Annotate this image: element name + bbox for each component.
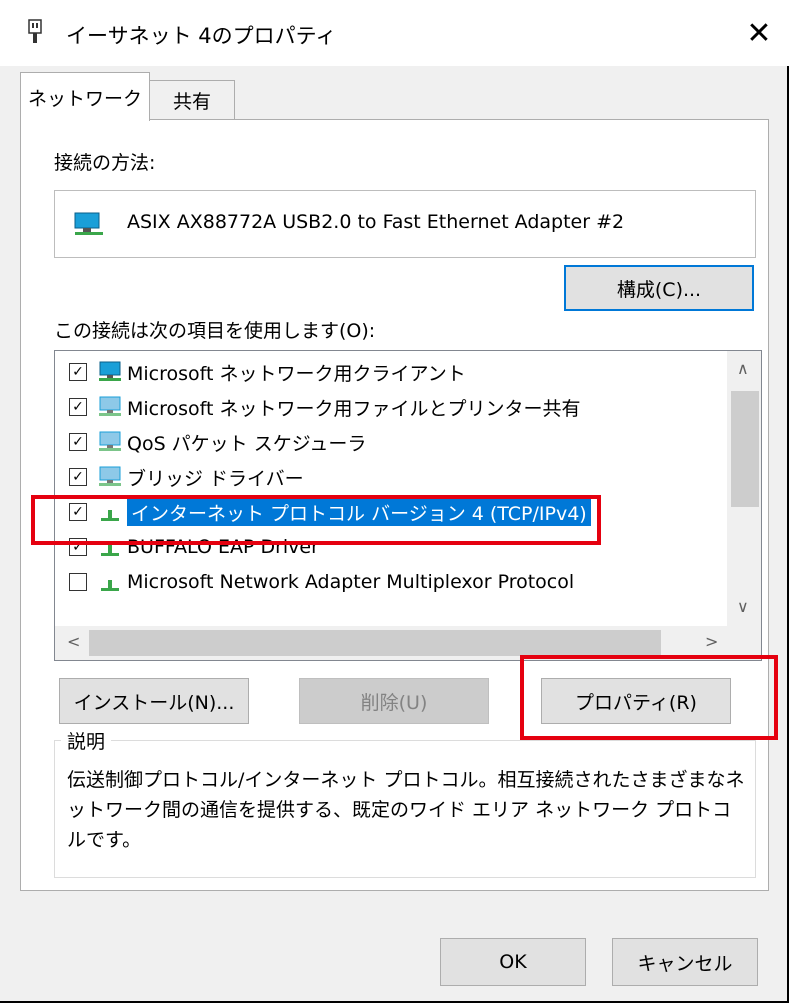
list-item[interactable]: Microsoft Network Adapter Multiplexor Pr… (69, 565, 574, 599)
cancel-button[interactable]: キャンセル (612, 938, 758, 986)
items-label: この接続は次の項目を使用します(O): (54, 320, 376, 342)
vertical-scroll-thumb[interactable] (731, 391, 759, 507)
item-checkbox[interactable]: ✓ (69, 503, 87, 521)
configure-button[interactable]: 構成(C)... (564, 265, 754, 311)
item-label: QoS パケット スケジューラ (127, 432, 367, 455)
network-service-icon (97, 431, 123, 453)
item-checkbox[interactable]: ✓ (69, 468, 87, 486)
item-checkbox[interactable]: ✓ (69, 398, 87, 416)
properties-button-label: プロパティ(R) (575, 691, 697, 714)
item-checkbox[interactable]: ✓ (69, 433, 87, 451)
item-label: ブリッジ ドライバー (127, 467, 304, 490)
scroll-right-icon[interactable]: > (705, 632, 718, 651)
uninstall-button: 削除(U) (299, 678, 489, 724)
list-item[interactable]: ✓ QoS パケット スケジューラ (69, 425, 366, 459)
tab-sharing[interactable]: 共有 (149, 80, 235, 119)
items-list[interactable]: ✓ Microsoft ネットワーク用クライアント ✓ Microsoft ネッ… (54, 350, 762, 661)
list-item[interactable]: ✓ BUFFALO EAP Driver (69, 530, 319, 564)
properties-button[interactable]: プロパティ(R) (541, 678, 731, 724)
window-title: イーサネット 4のプロパティ (66, 24, 337, 48)
protocol-icon (97, 571, 123, 593)
network-client-icon (97, 361, 123, 383)
scroll-down-icon[interactable]: ∨ (737, 597, 749, 616)
title-bar: イーサネット 4のプロパティ ✕ (0, 0, 789, 66)
network-service-icon (97, 466, 123, 488)
connect-using-label: 接続の方法: (54, 152, 156, 174)
item-label: Microsoft Network Adapter Multiplexor Pr… (127, 571, 575, 593)
ok-button-label: OK (499, 951, 527, 973)
list-item[interactable]: ✓ ブリッジ ドライバー (69, 460, 304, 494)
description-text: 伝送制御プロトコル/インターネット プロトコル。相互接続されたさまざまなネットワ… (67, 769, 745, 851)
close-button[interactable]: ✕ (729, 6, 789, 60)
network-tab-panel: 接続の方法: ASIX AX88772A USB2.0 to Fast Ethe… (20, 119, 769, 891)
item-checkbox[interactable]: ✓ (69, 538, 87, 556)
list-item[interactable]: ✓ Microsoft ネットワーク用ファイルとプリンター共有 (69, 390, 581, 424)
close-icon: ✕ (746, 15, 772, 51)
vertical-scrollbar[interactable]: ∧ ∨ (727, 351, 761, 626)
ok-button[interactable]: OK (440, 938, 586, 986)
configure-button-label: 構成(C)... (616, 278, 702, 301)
adapter-name: ASIX AX88772A USB2.0 to Fast Ethernet Ad… (127, 211, 625, 233)
list-item-selected[interactable]: ✓ インターネット プロトコル バージョン 4 (TCP/IPv4) (69, 495, 591, 529)
install-button-label: インストール(N)... (73, 691, 235, 714)
horizontal-scrollbar[interactable]: < > (55, 626, 761, 660)
description-label: 説明 (61, 727, 112, 754)
ethernet-cable-icon (28, 19, 42, 43)
list-item[interactable]: ✓ Microsoft ネットワーク用クライアント (69, 355, 466, 389)
uninstall-button-label: 削除(U) (360, 691, 428, 714)
item-label: BUFFALO EAP Driver (127, 536, 319, 558)
protocol-icon (97, 501, 123, 523)
item-label: Microsoft ネットワーク用ファイルとプリンター共有 (127, 397, 581, 420)
item-checkbox[interactable] (69, 573, 87, 591)
install-button[interactable]: インストール(N)... (59, 678, 249, 724)
network-adapter-icon (74, 212, 103, 235)
scroll-up-icon[interactable]: ∧ (737, 359, 749, 378)
tab-sharing-label: 共有 (172, 90, 211, 113)
cancel-button-label: キャンセル (637, 952, 733, 975)
item-label: Microsoft ネットワーク用クライアント (127, 362, 466, 385)
item-checkbox[interactable]: ✓ (69, 363, 87, 381)
horizontal-scroll-thumb[interactable] (89, 630, 661, 656)
scroll-left-icon[interactable]: < (67, 632, 80, 651)
tab-network-label: ネットワーク (27, 87, 142, 110)
description-group: 説明 伝送制御プロトコル/インターネット プロトコル。相互接続されたさまざまなネ… (54, 727, 756, 878)
tab-network[interactable]: ネットワーク (20, 72, 150, 121)
properties-window: イーサネット 4のプロパティ ✕ ネットワーク 共有 接続の方法: ASIX A… (0, 0, 789, 1003)
network-service-icon (97, 396, 123, 418)
adapter-box: ASIX AX88772A USB2.0 to Fast Ethernet Ad… (54, 190, 756, 258)
protocol-icon (97, 536, 123, 558)
item-label: インターネット プロトコル バージョン 4 (TCP/IPv4) (127, 498, 591, 526)
